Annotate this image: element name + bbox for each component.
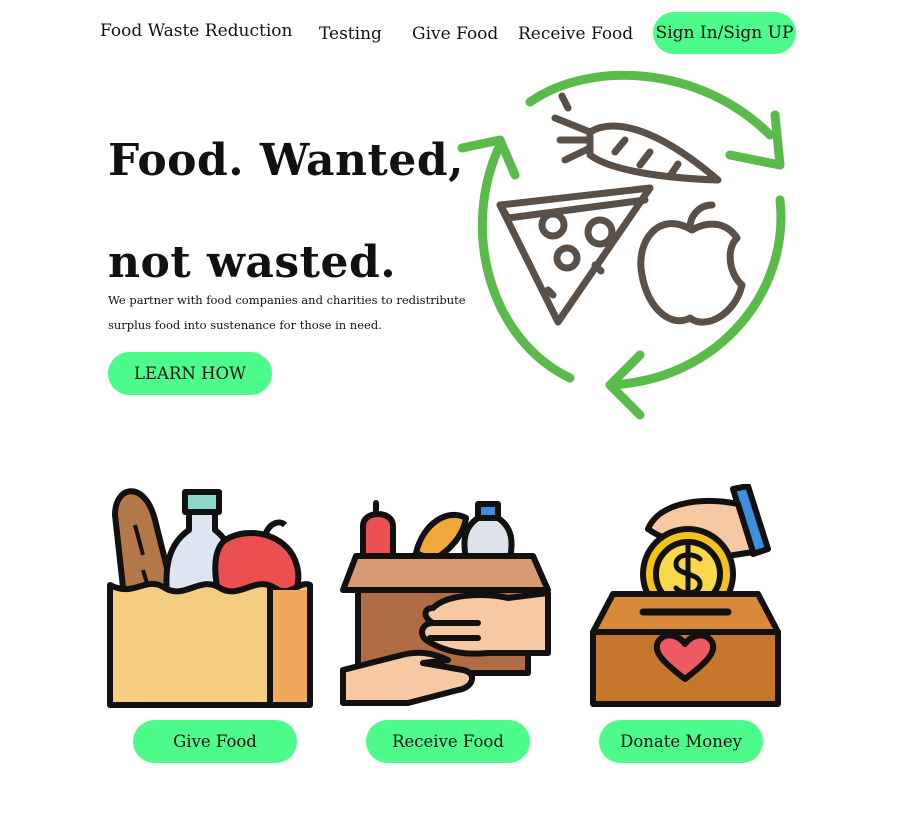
donate-money-button[interactable]: Donate Money bbox=[599, 720, 763, 763]
receive-food-button[interactable]: Receive Food bbox=[366, 720, 530, 763]
nav-link-receive-food[interactable]: Receive Food bbox=[518, 24, 633, 44]
sign-in-button[interactable]: Sign In/Sign UP bbox=[653, 12, 796, 54]
grocery-bag-icon bbox=[107, 488, 313, 708]
learn-how-button[interactable]: LEARN HOW bbox=[108, 352, 272, 395]
hero-title-line-2: not wasted. bbox=[108, 237, 397, 288]
nav-link-testing[interactable]: Testing bbox=[319, 24, 382, 44]
hero-subtitle-line-2: surplus food into sustenance for those i… bbox=[108, 318, 382, 332]
give-food-button[interactable]: Give Food bbox=[133, 720, 297, 763]
hero-title-line-1: Food. Wanted, bbox=[108, 135, 464, 186]
brand-link[interactable]: Food Waste Reduction bbox=[100, 21, 292, 41]
nav-link-give-food[interactable]: Give Food bbox=[412, 24, 498, 44]
recycle-food-icon bbox=[457, 70, 786, 420]
hero-subtitle-line-1: We partner with food companies and chari… bbox=[108, 293, 466, 307]
donation-box-hands-icon bbox=[340, 500, 551, 706]
coin-donation-box-icon bbox=[590, 484, 781, 707]
